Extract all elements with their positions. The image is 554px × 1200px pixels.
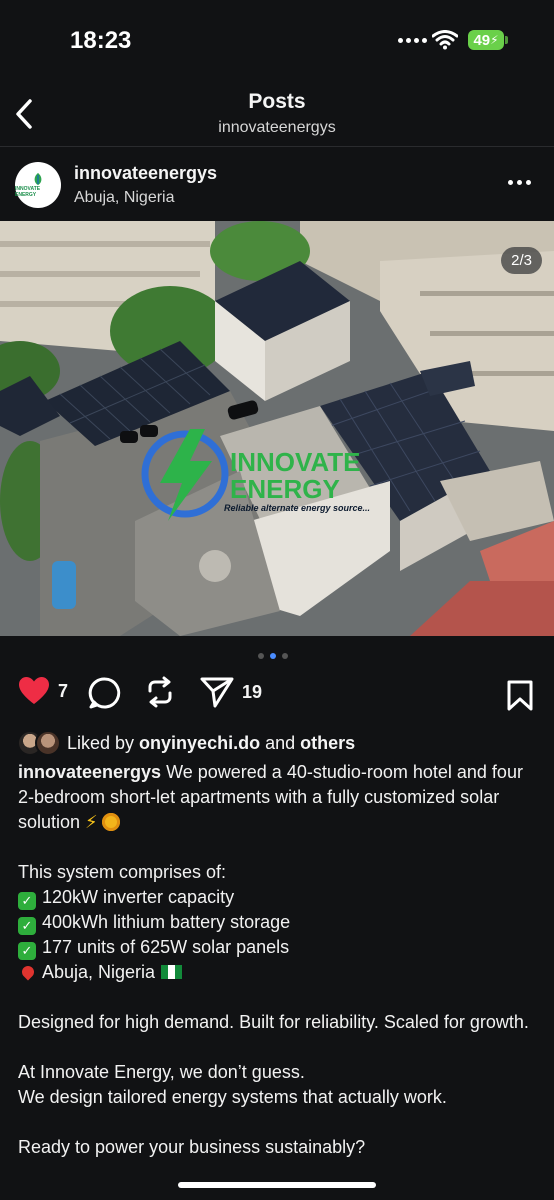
liked-by-prefix: Liked by [67,732,135,753]
battery-indicator: 49 ⚡︎ [468,30,504,50]
caption-closing: Ready to power your business sustainably… [18,1137,366,1157]
checkmark-icon: ✓ [18,942,36,960]
carousel-dot-active [270,653,276,659]
caption-username[interactable]: innovateenergys [18,762,161,782]
liked-by-user[interactable]: onyinyechi.do [139,733,260,754]
caption-place: Abuja, Nigeria [42,962,156,982]
post-header: INNOVATE ENERGY innovateenergys Abuja, N… [0,146,554,220]
liked-by-row[interactable]: Liked by onyinyechi.do and others [17,730,355,756]
share-button[interactable]: 19 [200,676,262,708]
leaf-logo-icon [34,173,42,185]
like-count: 7 [58,680,69,701]
image-counter: 2/3 [501,247,542,274]
more-icon[interactable] [508,174,538,190]
cellular-signal-icon [398,38,427,43]
comment-icon [88,677,121,709]
checkmark-icon: ✓ [18,917,36,935]
post-location[interactable]: Abuja, Nigeria [74,189,175,207]
post-caption: innovateenergys We powered a 40-studio-r… [18,760,538,1160]
battery-nub [505,36,508,44]
home-indicator[interactable] [178,1182,376,1188]
page-title: Posts [248,90,306,113]
bookmark-icon[interactable] [506,680,534,712]
share-count: 19 [242,681,263,702]
carousel-dot [258,653,264,659]
caption-system-heading: This system comprises of: [18,862,227,882]
caption-item: 177 units of 625W solar panels [42,937,290,957]
send-icon [200,677,234,708]
caption-tagline: Designed for high demand. Built for reli… [18,1012,529,1032]
navigation-bar: Posts innovateenergys [0,80,554,147]
lightning-icon: ⚡ [85,812,98,832]
checkmark-icon: ✓ [18,892,36,910]
location-pin-icon [19,963,37,981]
post-image[interactable]: INNOVATE ENERGY Reliable alternate energ… [0,221,554,636]
overlay-brand-top: INNOVATE [230,447,360,477]
liker-avatar [35,730,61,756]
like-button[interactable]: 7 [18,676,68,706]
nigeria-flag-icon [161,965,183,979]
comment-button[interactable] [88,676,122,710]
avatar[interactable]: INNOVATE ENERGY [15,162,61,208]
caption-item: 400kWh lithium battery storage [42,912,291,932]
repost-icon [148,676,172,708]
liked-by-and: and [260,732,301,753]
overlay-tagline: Reliable alternate energy source... [224,503,370,513]
overlay-brand-bottom: ENERGY [230,474,340,504]
sun-icon [101,813,120,831]
wifi-icon [432,30,458,50]
action-bar: 7 19 [0,676,554,716]
heart-icon [19,677,49,704]
carousel-dot [282,653,288,659]
page-subtitle[interactable]: innovateenergys [0,119,554,137]
repost-button[interactable] [144,676,176,708]
liked-by-others[interactable]: others [300,733,355,754]
status-time: 18:23 [70,27,132,54]
carousel-dots [258,653,288,659]
avatar-text: INNOVATE ENERGY [15,186,41,198]
caption-line1: At Innovate Energy, we don’t guess. [18,1062,305,1082]
caption-item: 120kW inverter capacity [42,887,235,907]
post-username[interactable]: innovateenergys [74,163,217,184]
aerial-building-image: INNOVATE ENERGY Reliable alternate energ… [0,221,554,636]
battery-level: 49 [473,31,491,49]
status-bar: 18:23 49 ⚡︎ [0,0,554,80]
caption-line2: We design tailored energy systems that a… [18,1087,447,1107]
